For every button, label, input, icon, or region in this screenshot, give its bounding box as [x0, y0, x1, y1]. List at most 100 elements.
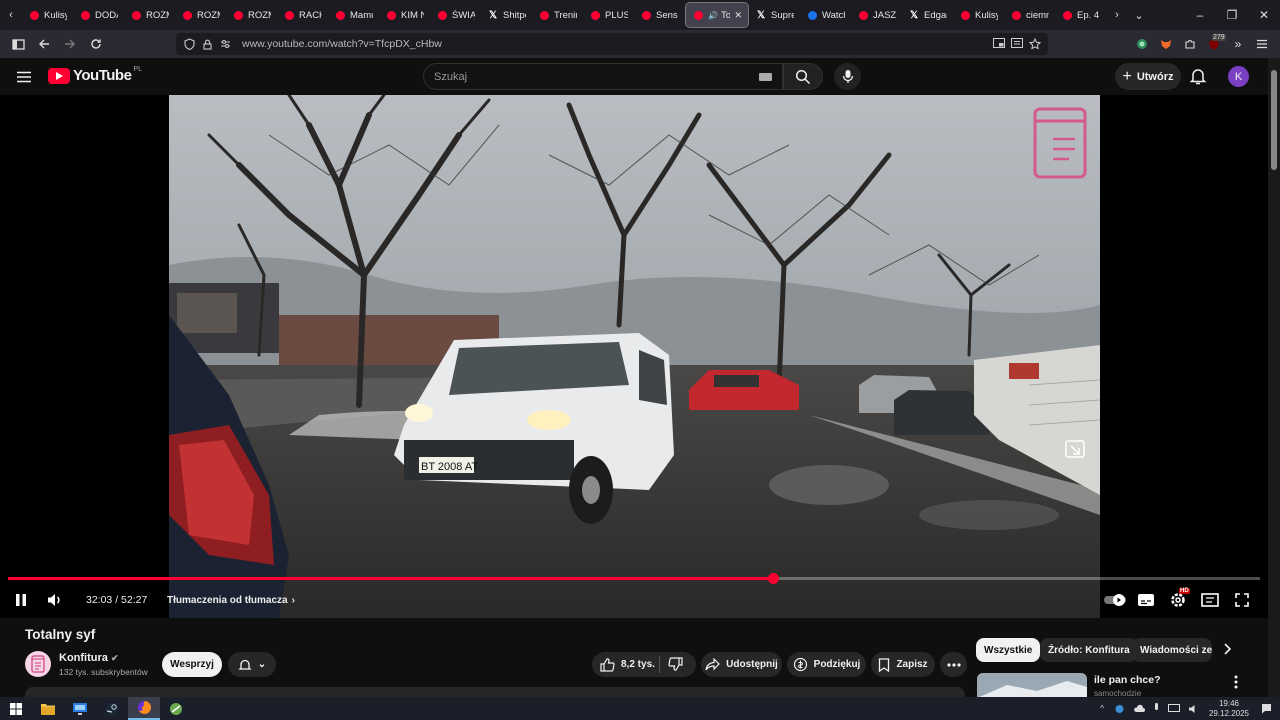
sidebar-toggle-icon[interactable]	[6, 32, 30, 56]
support-button[interactable]: Wesprzyj	[162, 652, 222, 677]
search-button[interactable]	[783, 63, 823, 90]
taskbar-clock[interactable]: 19:46 29.12.2025	[1209, 699, 1249, 719]
notification-settings-button[interactable]: ⌄	[228, 652, 276, 677]
progress-bar[interactable]	[8, 573, 1260, 584]
settings-button[interactable]: HD	[1169, 588, 1190, 612]
lock-icon[interactable]	[198, 39, 216, 50]
audio-playing-icon[interactable]: 🔊	[708, 11, 718, 20]
product-tag-icon[interactable]	[1065, 440, 1085, 458]
shield-icon[interactable]	[180, 38, 198, 50]
browser-tab[interactable]: Mamu	[328, 2, 379, 28]
search-input[interactable]: Szukaj	[423, 63, 783, 90]
more-actions-button[interactable]	[940, 652, 967, 677]
display-tray-icon[interactable]	[1167, 703, 1180, 714]
network-tray-icon[interactable]	[1114, 704, 1125, 714]
channel-name[interactable]: Konfitura ✔	[59, 652, 119, 664]
thanks-button[interactable]: Podziękuj	[787, 652, 866, 677]
maximize-icon[interactable]: ❐	[1216, 0, 1248, 30]
back-icon[interactable]	[32, 32, 56, 56]
recommendation-thumbnail[interactable]	[977, 673, 1087, 698]
account-avatar[interactable]: K	[1228, 66, 1249, 87]
chip-news[interactable]: Wiadomości ze ś	[1132, 638, 1212, 662]
recommendation-title[interactable]: ile pan chce?	[1094, 674, 1161, 686]
app-menu-icon[interactable]	[1250, 39, 1274, 49]
browser-tab[interactable]: ciemn	[1004, 2, 1055, 28]
browser-tab[interactable]: Watch	[800, 2, 851, 28]
forward-icon[interactable]	[58, 32, 82, 56]
firefox-icon[interactable]	[128, 697, 160, 720]
steam-icon[interactable]	[96, 697, 128, 720]
chip-all[interactable]: Wszystkie	[976, 638, 1041, 662]
browser-tab[interactable]: ŚWIĄT	[430, 2, 481, 28]
scrollbar-thumb[interactable]	[1271, 70, 1277, 170]
close-window-icon[interactable]: ✕	[1248, 0, 1280, 30]
autoplay-toggle[interactable]	[1104, 588, 1126, 612]
address-bar[interactable]: www.youtube.com/watch?v=TfcpDX_cHbw	[176, 33, 1048, 55]
channel-avatar[interactable]	[25, 651, 51, 677]
chips-next-icon[interactable]	[1220, 642, 1234, 656]
cloud-tray-icon[interactable]	[1133, 704, 1145, 713]
browser-tab[interactable]: KIM N	[379, 2, 430, 28]
windows-start-icon[interactable]	[0, 697, 32, 720]
tab-list-dropdown-icon[interactable]: ⌄	[1128, 2, 1150, 28]
reload-icon[interactable]	[84, 32, 108, 56]
fox-extension-icon[interactable]	[1154, 38, 1178, 50]
subtitles-button[interactable]	[1137, 588, 1155, 612]
app-icon[interactable]	[160, 697, 192, 720]
video-player[interactable]: BT 2008 AT 32:03 / 52:27 Tłumaczenia od …	[0, 95, 1268, 618]
browser-tab[interactable]: DODA	[73, 2, 124, 28]
overflow-chevron-icon[interactable]: »	[1226, 37, 1250, 51]
browser-tab[interactable]: ROZM	[175, 2, 226, 28]
browser-tab[interactable]: Ep. 4	[1055, 2, 1106, 28]
permissions-icon[interactable]	[216, 39, 234, 49]
minimize-icon[interactable]: –	[1184, 0, 1216, 30]
chip-from-channel[interactable]: Źródło: Konfitura	[1040, 638, 1138, 662]
youtube-logo[interactable]: YouTube PL	[48, 66, 142, 84]
browser-tab[interactable]: ROZM	[226, 2, 277, 28]
recommendation-menu-icon[interactable]	[1234, 675, 1238, 689]
notifications-tray-icon[interactable]	[1261, 703, 1272, 714]
share-button[interactable]: Udostępnij	[701, 652, 782, 677]
pause-button[interactable]	[12, 588, 30, 612]
close-tab-icon[interactable]: ✕	[734, 10, 742, 21]
tab-scroll-left-icon[interactable]: ‹	[0, 2, 22, 28]
url-text[interactable]: www.youtube.com/watch?v=TfcpDX_cHbw	[242, 38, 442, 50]
voice-search-button[interactable]	[834, 63, 861, 90]
bookmark-star-icon[interactable]	[1026, 38, 1044, 50]
guide-menu-icon[interactable]	[14, 68, 34, 86]
volume-button[interactable]	[46, 588, 64, 612]
theater-mode-button[interactable]	[1201, 588, 1219, 612]
browser-tab[interactable]: RACH	[277, 2, 328, 28]
video-frame[interactable]: BT 2008 AT	[169, 95, 1100, 618]
description-box[interactable]	[25, 687, 965, 697]
volume-tray-icon[interactable]	[1188, 704, 1199, 714]
remote-desktop-icon[interactable]	[64, 697, 96, 720]
create-button[interactable]: + Utwórz	[1115, 63, 1181, 90]
browser-tab-active[interactable]: 🔊Tota✕	[685, 2, 749, 28]
chapter-button[interactable]: Tłumaczenia od tłumacza ›	[167, 588, 295, 612]
notifications-bell-icon[interactable]	[1188, 66, 1208, 86]
browser-tab[interactable]: Kulisy	[22, 2, 73, 28]
browser-tab[interactable]: JASZC	[851, 2, 902, 28]
microphone-tray-icon[interactable]	[1153, 703, 1160, 714]
vpn-extension-icon[interactable]	[1130, 38, 1154, 50]
browser-tab[interactable]: 𝕏 Shitpo	[481, 2, 532, 28]
progress-scrubber[interactable]	[768, 573, 779, 584]
browser-tab[interactable]: Sens p	[634, 2, 685, 28]
picture-in-picture-icon[interactable]	[990, 38, 1008, 50]
dislike-button[interactable]	[668, 657, 683, 671]
browser-tab[interactable]: Trenin	[532, 2, 583, 28]
page-scrollbar[interactable]	[1268, 58, 1280, 698]
browser-tab[interactable]: Kulisy	[953, 2, 1004, 28]
browser-tab[interactable]: ROZM	[124, 2, 175, 28]
extensions-puzzle-icon[interactable]	[1178, 38, 1202, 50]
browser-tab[interactable]: PLUSK	[583, 2, 634, 28]
file-explorer-icon[interactable]	[32, 697, 64, 720]
ublock-extension-icon[interactable]: 279	[1202, 34, 1226, 50]
tab-scroll-right-icon[interactable]: ›	[1106, 2, 1128, 28]
reader-view-icon[interactable]	[1008, 38, 1026, 50]
like-button[interactable]: 8,2 tys.	[600, 657, 655, 672]
keyboard-icon[interactable]	[759, 73, 772, 81]
browser-tab[interactable]: 𝕏 Supre	[749, 2, 800, 28]
tray-overflow-icon[interactable]: ^	[1100, 704, 1104, 713]
